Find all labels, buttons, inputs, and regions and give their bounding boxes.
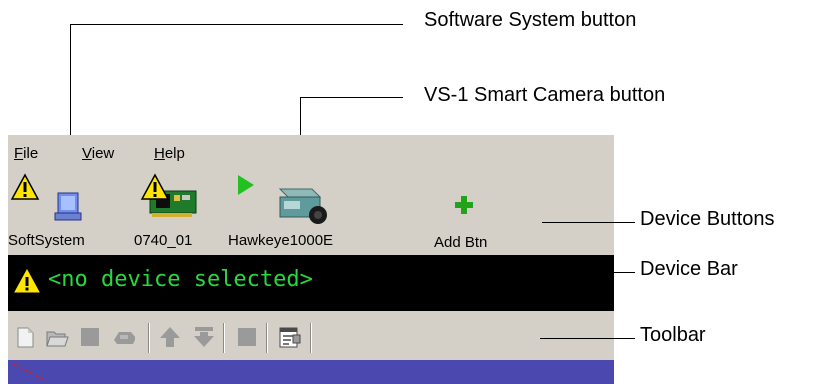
add-plus-icon — [455, 196, 473, 214]
device-label-softsystem: SoftSystem — [8, 232, 85, 249]
open-folder-icon[interactable] — [45, 325, 69, 349]
menu-bar: File View Help — [8, 135, 614, 167]
camera-play-icon — [238, 175, 327, 224]
menu-file[interactable]: File — [14, 145, 38, 162]
toolbar-separator — [223, 323, 225, 353]
menu-view[interactable]: View — [82, 145, 114, 162]
chip-icon[interactable] — [111, 325, 135, 349]
callout-toolbar: Toolbar — [640, 324, 706, 346]
upload-icon[interactable] — [158, 325, 182, 349]
add-button[interactable]: Add Btn — [430, 173, 500, 251]
callout-device-buttons: Device Buttons — [640, 208, 775, 230]
callout-smart-camera: VS-1 Smart Camera button — [424, 84, 666, 106]
smart-camera-button[interactable]: Hawkeye1000E — [228, 173, 348, 251]
stop-icon[interactable] — [235, 325, 259, 349]
device-bar: <no device selected> — [8, 255, 614, 311]
device-label-hawkeye1000e: Hawkeye1000E — [228, 232, 334, 249]
status-area — [8, 360, 614, 384]
download-icon[interactable] — [192, 325, 216, 349]
device-bar-text: <no device selected> — [48, 267, 313, 292]
monitor-warning-icon — [10, 173, 82, 221]
softsystem-button[interactable]: SoftSystem — [8, 173, 126, 251]
menu-help[interactable]: Help — [154, 145, 185, 162]
toolbar-separator — [266, 323, 268, 353]
callout-line-device-bar — [614, 272, 635, 273]
properties-icon[interactable] — [278, 325, 302, 349]
stop-icon[interactable] — [78, 325, 102, 349]
red-dashed-line — [13, 363, 45, 381]
device-label-0740-01: 0740_01 — [134, 232, 193, 249]
new-file-icon[interactable] — [13, 325, 37, 349]
callout-line-toolbar — [540, 338, 635, 339]
device-buttons-row: SoftSystem 0740_01 Hawkeye1000E Add Btn — [8, 173, 614, 251]
circuit-board-warning-icon — [140, 173, 197, 217]
warning-icon — [14, 268, 40, 293]
circuit-board-button[interactable]: 0740_01 — [132, 173, 222, 251]
toolbar-separator — [148, 323, 150, 353]
toolbar — [8, 315, 614, 359]
callout-line-software-h — [70, 24, 403, 25]
toolbar-separator — [310, 323, 312, 353]
device-label-add-btn: Add Btn — [434, 234, 488, 251]
callout-line-device-buttons — [542, 222, 635, 223]
callout-device-bar: Device Bar — [640, 258, 738, 280]
callout-line-camera-h — [300, 97, 403, 98]
application-window: File View Help SoftSystem 0740_01 Hawkey… — [8, 135, 614, 384]
callout-software-system: Software System button — [424, 9, 637, 31]
